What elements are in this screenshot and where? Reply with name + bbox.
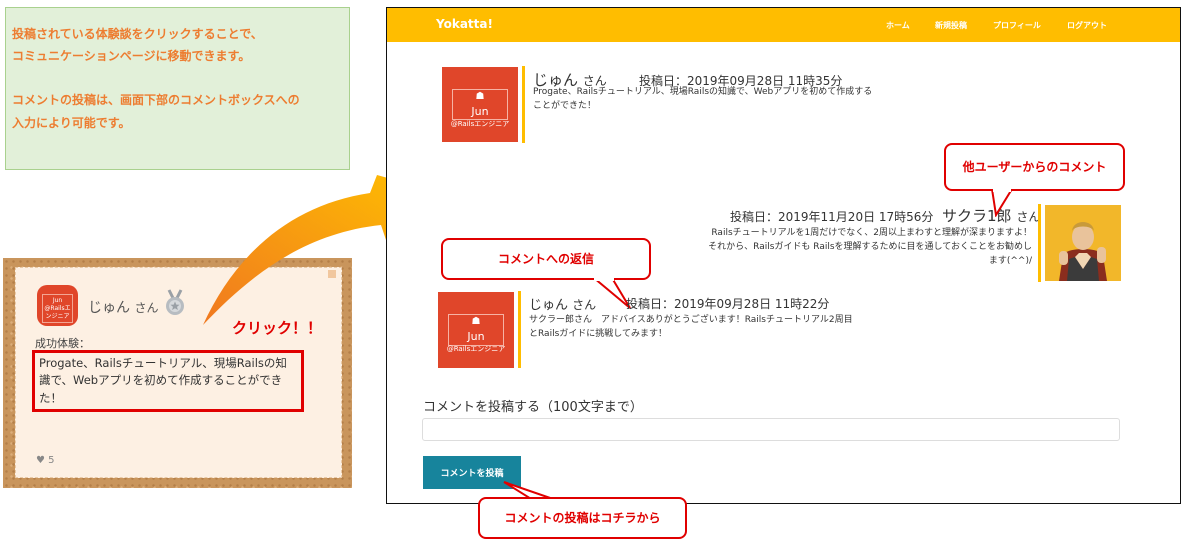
reply-body: サクラー郎さん アドバイスありがとうございます！Railsチュートリアル2周目と…	[529, 315, 853, 339]
comment-form-label: コメントを投稿する（100文字まで）	[423, 400, 643, 415]
nav-logout[interactable]: ログアウト	[1067, 20, 1107, 31]
heart-icon: ♥	[36, 455, 45, 466]
card-user-name: じゅん さん	[88, 297, 158, 317]
brand-logo[interactable]: Yokatta!	[436, 17, 493, 31]
user-suffix: さん	[572, 298, 597, 312]
callout-other-comment: 他ユーザーからのコメント	[944, 143, 1125, 191]
avatar: Jun @Railsエンジニア	[37, 285, 78, 326]
reply-avatar: ☗ Jun @Railsエンジニア	[438, 292, 514, 368]
person-illustration	[1045, 205, 1121, 281]
avatar-sub: @Railsエンジニア	[44, 304, 71, 320]
user-name: じゅん	[88, 300, 130, 316]
like-number: 5	[48, 455, 55, 466]
avatar-sub: @Railsエンジニア	[446, 345, 506, 353]
info-line: 投稿されている体験談をクリックすることで、	[12, 27, 263, 41]
comment-body: Railsチュートリアルを1周だけでなく、2周以上まわすと理解が深まりますよ！ …	[708, 228, 1041, 266]
avatar-sub: @Railsエンジニア	[450, 120, 510, 128]
experience-text[interactable]: Progate、Railsチュートリアル、現場Railsの知識で、Webアプリを…	[32, 350, 304, 412]
avatar-name: Jun	[52, 297, 63, 304]
post-accent-bar	[522, 66, 525, 143]
info-line: コミュニケーションページに移動できます。	[12, 49, 251, 64]
user-name: じゅん	[529, 298, 569, 313]
nav-new-post[interactable]: 新規投稿	[935, 20, 967, 31]
user-suffix: さん	[134, 301, 159, 315]
avatar-name: Jun	[467, 330, 485, 343]
callout-submit: コメントの投稿はコチラから	[478, 497, 687, 539]
callout-tail	[990, 189, 1014, 217]
info-line: 入力により可能です。	[12, 115, 131, 130]
nav-profile[interactable]: プロフィール	[993, 20, 1041, 31]
reply-user-name: じゅん さん	[529, 294, 596, 313]
callout-reply: コメントへの返信	[441, 238, 651, 280]
nav-home[interactable]: ホーム	[886, 20, 910, 31]
reply-accent-bar	[518, 291, 521, 368]
reply-date: 投稿日：2019年09月28日 11時22分	[626, 297, 830, 311]
hat-icon: ☗	[475, 91, 485, 102]
post-body: Progate、Railsチュートリアル、現場Railsの知識で、Webアプリを…	[533, 87, 873, 111]
comment-input[interactable]	[422, 418, 1120, 441]
comment-date: 投稿日：2019年11月20日 17時56分	[730, 210, 934, 224]
medal-icon	[166, 289, 184, 315]
avatar-name: Jun	[471, 105, 489, 118]
navbar	[387, 8, 1180, 42]
user-photo	[1045, 205, 1121, 281]
info-line: コメントの投稿は、画面下部のコメントボックスへの	[12, 93, 300, 108]
like-count[interactable]: ♥ 5	[36, 455, 55, 466]
comment-accent-bar	[1038, 204, 1041, 282]
post-avatar: ☗ Jun @Railsエンジニア	[442, 67, 518, 142]
experience-label: 成功体験：	[35, 337, 90, 350]
hat-icon: ☗	[471, 316, 481, 327]
